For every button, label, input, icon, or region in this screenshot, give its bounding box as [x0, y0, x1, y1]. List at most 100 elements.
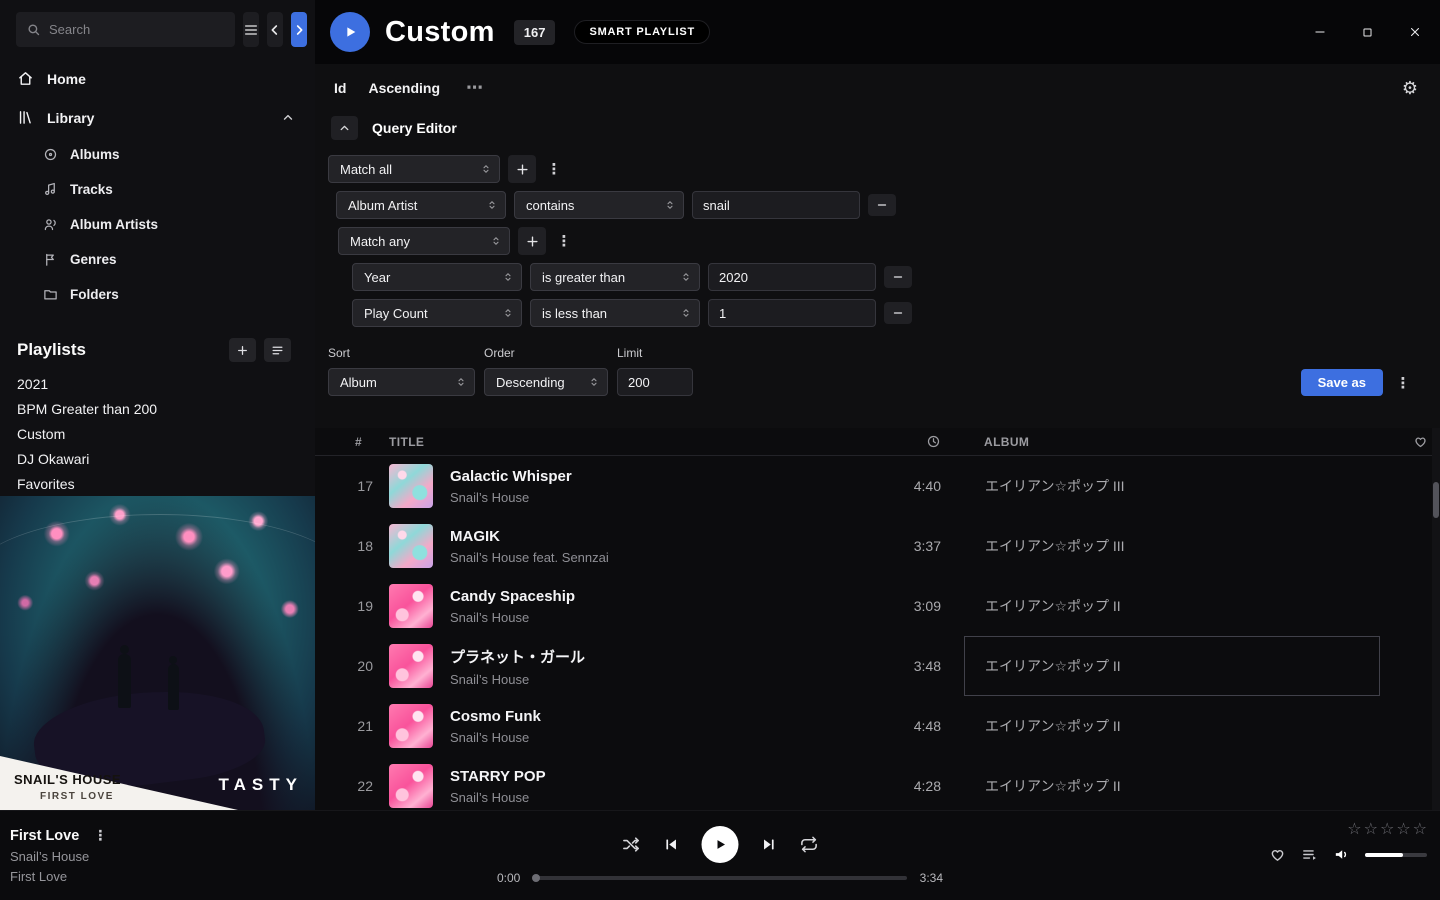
- remove-rule-button[interactable]: [884, 266, 912, 288]
- sidebar-item-library[interactable]: Library: [0, 98, 315, 137]
- playlist-item[interactable]: 2021: [0, 372, 315, 397]
- play-icon: [713, 837, 728, 852]
- sidebar-item-home[interactable]: Home: [0, 59, 315, 98]
- volume-slider[interactable]: [1365, 853, 1427, 857]
- track-row[interactable]: 18 MAGIK Snail’s House feat. Sennzai 3:3…: [315, 516, 1440, 576]
- column-album[interactable]: ALBUM: [964, 435, 1380, 449]
- sidebar-item-tracks[interactable]: Tracks: [0, 172, 315, 207]
- remove-rule-button[interactable]: [868, 194, 896, 216]
- query-editor-collapse-button[interactable]: [331, 116, 358, 140]
- play-playlist-button[interactable]: [330, 12, 370, 52]
- rule-field-select[interactable]: Album Artist: [336, 191, 506, 219]
- minus-icon: [891, 306, 905, 320]
- match-all-select[interactable]: Match all: [328, 155, 500, 183]
- save-as-button[interactable]: Save as: [1301, 369, 1383, 396]
- track-album[interactable]: エイリアン☆ポップ II: [964, 696, 1380, 756]
- shuffle-button[interactable]: [622, 835, 641, 854]
- match-any-select[interactable]: Match any: [338, 227, 510, 255]
- track-album[interactable]: エイリアン☆ポップ II: [964, 756, 1380, 809]
- play-pause-button[interactable]: [702, 826, 739, 863]
- rule-field-select[interactable]: Play Count: [352, 299, 522, 327]
- star-icon[interactable]: ☆: [1364, 822, 1378, 838]
- menu-button[interactable]: [243, 12, 259, 47]
- column-index[interactable]: #: [355, 435, 373, 449]
- sort-select[interactable]: Album: [328, 368, 475, 396]
- track-album[interactable]: エイリアン☆ポップ III: [964, 516, 1380, 576]
- search-input[interactable]: [49, 22, 225, 37]
- track-row[interactable]: 20 プラネット・ガール Snail’s House 3:48 エイリアン☆ポッ…: [315, 636, 1440, 696]
- track-album[interactable]: エイリアン☆ポップ III: [964, 456, 1380, 516]
- track-favorite-cell[interactable]: [1380, 636, 1440, 696]
- chevron-right-icon: [291, 22, 307, 38]
- rule-value-input[interactable]: [708, 263, 876, 291]
- previous-track-button[interactable]: [663, 836, 680, 853]
- playlist-item[interactable]: BPM Greater than 200: [0, 397, 315, 422]
- track-album[interactable]: エイリアン☆ポップ II: [964, 636, 1380, 696]
- rule-group-menu-button[interactable]: ⋮: [544, 155, 564, 183]
- nav-forward-button[interactable]: [291, 12, 307, 47]
- seek-handle[interactable]: [532, 874, 540, 882]
- favorite-button[interactable]: [1269, 846, 1286, 863]
- playlist-item[interactable]: Custom: [0, 422, 315, 447]
- group-menu-button[interactable]: ⋮: [554, 227, 574, 255]
- track-row[interactable]: 21 Cosmo Funk Snail’s House 4:48 エイリアン☆ポ…: [315, 696, 1440, 756]
- sidebar-library-label: Library: [47, 110, 94, 126]
- add-playlist-button[interactable]: [229, 338, 256, 362]
- queue-button[interactable]: [1301, 846, 1318, 863]
- window-maximize-button[interactable]: [1359, 24, 1376, 41]
- sidebar-item-folders[interactable]: Folders: [0, 277, 315, 312]
- sidebar-item-album-artists[interactable]: Album Artists: [0, 207, 315, 242]
- rule-operator-select[interactable]: contains: [514, 191, 684, 219]
- column-favorite[interactable]: [1380, 434, 1440, 449]
- track-row[interactable]: 19 Candy Spaceship Snail’s House 3:09 エイ…: [315, 576, 1440, 636]
- save-menu-button[interactable]: ⋮: [1393, 369, 1413, 396]
- rule-operator-select[interactable]: is greater than: [530, 263, 700, 291]
- track-number: 22: [355, 756, 373, 809]
- track-favorite-cell[interactable]: [1380, 756, 1440, 809]
- rating-stars[interactable]: ☆ ☆ ☆ ☆ ☆: [1347, 822, 1427, 838]
- track-favorite-cell[interactable]: [1380, 456, 1440, 516]
- star-icon[interactable]: ☆: [1347, 822, 1361, 838]
- next-track-button[interactable]: [761, 836, 778, 853]
- playlist-view-button[interactable]: [264, 338, 291, 362]
- search-box[interactable]: [16, 12, 235, 47]
- track-favorite-cell[interactable]: [1380, 576, 1440, 636]
- window-close-button[interactable]: [1406, 23, 1424, 41]
- volume-button[interactable]: [1333, 846, 1350, 863]
- nav-back-button[interactable]: [267, 12, 283, 47]
- track-album[interactable]: エイリアン☆ポップ II: [964, 576, 1380, 636]
- remove-rule-button[interactable]: [884, 302, 912, 324]
- seek-bar[interactable]: [533, 876, 906, 880]
- rule-value-input[interactable]: [692, 191, 860, 219]
- limit-input[interactable]: [617, 368, 693, 396]
- star-icon[interactable]: ☆: [1396, 822, 1410, 838]
- rule-value-input[interactable]: [708, 299, 876, 327]
- sidebar-item-albums[interactable]: Albums: [0, 137, 315, 172]
- toolbar-more-button[interactable]: ⋯: [466, 78, 483, 98]
- order-select[interactable]: Descending: [484, 368, 608, 396]
- sidebar-item-genres[interactable]: Genres: [0, 242, 315, 277]
- window-minimize-button[interactable]: [1311, 23, 1329, 41]
- add-rule-button[interactable]: [508, 155, 536, 183]
- star-icon[interactable]: ☆: [1380, 822, 1394, 838]
- column-duration[interactable]: [851, 434, 941, 449]
- column-title[interactable]: TITLE: [389, 435, 851, 449]
- scrollbar-thumb[interactable]: [1433, 482, 1439, 518]
- sort-field-control[interactable]: Id: [334, 80, 346, 96]
- track-row[interactable]: 22 STARRY POP Snail’s House 4:28 エイリアン☆ポ…: [315, 756, 1440, 809]
- chevron-up-icon[interactable]: [281, 111, 295, 125]
- repeat-button[interactable]: [800, 835, 819, 854]
- settings-gear-button[interactable]: ⚙: [1402, 78, 1418, 99]
- track-favorite-cell[interactable]: [1380, 696, 1440, 756]
- playlist-item[interactable]: Favorites: [0, 472, 315, 497]
- playlist-item[interactable]: DJ Okawari: [0, 447, 315, 472]
- sort-direction-control[interactable]: Ascending: [368, 80, 440, 96]
- rule-field-select[interactable]: Year: [352, 263, 522, 291]
- rule-operator-select[interactable]: is less than: [530, 299, 700, 327]
- track-favorite-cell[interactable]: [1380, 516, 1440, 576]
- now-playing-menu-button[interactable]: ⋮: [93, 827, 107, 844]
- star-icon[interactable]: ☆: [1413, 822, 1427, 838]
- now-playing-artwork[interactable]: SNAIL'S HOUSE FIRST LOVE TASTY: [0, 496, 315, 810]
- track-row[interactable]: 17 Galactic Whisper Snail’s House 4:40 エ…: [315, 456, 1440, 516]
- add-group-rule-button[interactable]: [518, 227, 546, 255]
